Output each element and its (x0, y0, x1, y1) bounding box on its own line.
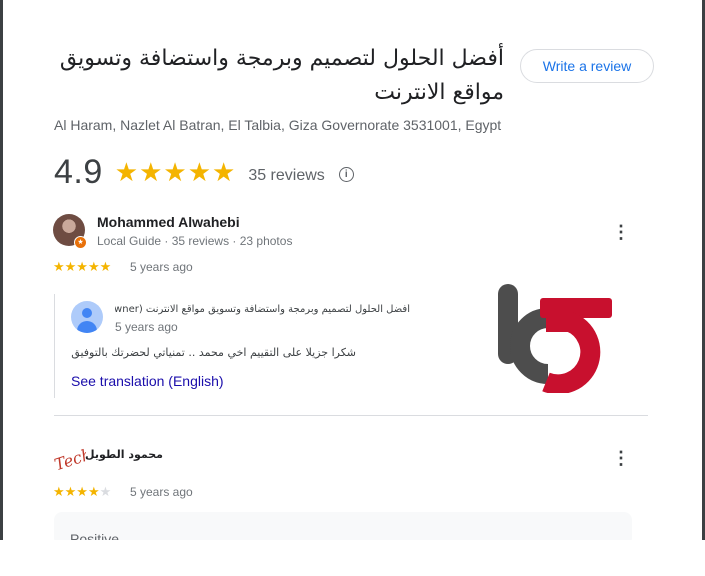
rating-summary: 4.9 ★★★★★ 35 reviews i (54, 153, 354, 192)
see-translation-link[interactable]: See translation (English) (71, 373, 224, 389)
stars-filled: ★★★★★ (53, 259, 112, 274)
stars-empty: ★ (99, 484, 112, 499)
review-date: 5 years ago (130, 485, 193, 499)
info-icon[interactable]: i (338, 167, 354, 182)
local-guide-badge-icon: ★ (74, 236, 87, 249)
page-bottom (0, 540, 705, 576)
more-options-icon[interactable]: ⋮ (612, 448, 630, 468)
owner-reply-text: شكرا جزيلا على التقييم اخي محمد .. تمنيا… (71, 346, 356, 359)
reviewer-name[interactable]: محمود الطويل (85, 448, 163, 461)
reviewer-name[interactable]: Mohammed Alwahebi (97, 214, 240, 230)
review-stars: ★★★★★ (53, 259, 111, 275)
review-divider (54, 415, 648, 416)
owner-reply-date: 5 years ago (115, 320, 178, 334)
owner-reply-label: أفضل الحلول لتصميم وبرمجة واستضافة وتسوي… (115, 304, 410, 315)
write-review-button[interactable]: Write a review (520, 49, 654, 83)
rating-stars: ★★★★★ (114, 157, 237, 187)
more-options-icon[interactable]: ⋮ (612, 222, 630, 242)
b5-logo (498, 284, 612, 393)
svg-text:Tech: Tech (52, 444, 86, 472)
window-frame-left (0, 0, 3, 576)
business-address: Al Haram, Nazlet Al Batran, El Talbia, G… (54, 117, 502, 133)
reviewer-avatar-tech[interactable]: Tech (52, 442, 86, 472)
review-stars: ★★★★★ (53, 484, 111, 500)
business-title: أفضل الحلول لتصميم وبرمجة واستضافة وتسوي… (59, 46, 504, 105)
rating-number: 4.9 (54, 153, 103, 191)
reviewer-meta: Local Guide · 35 reviews · 23 photos (97, 234, 293, 248)
review-count-link[interactable]: 35 reviews (248, 167, 324, 185)
stars-filled: ★★★★ (53, 484, 100, 499)
reply-divider (54, 294, 55, 398)
owner-avatar-icon (71, 301, 103, 333)
review-date: 5 years ago (130, 260, 193, 274)
